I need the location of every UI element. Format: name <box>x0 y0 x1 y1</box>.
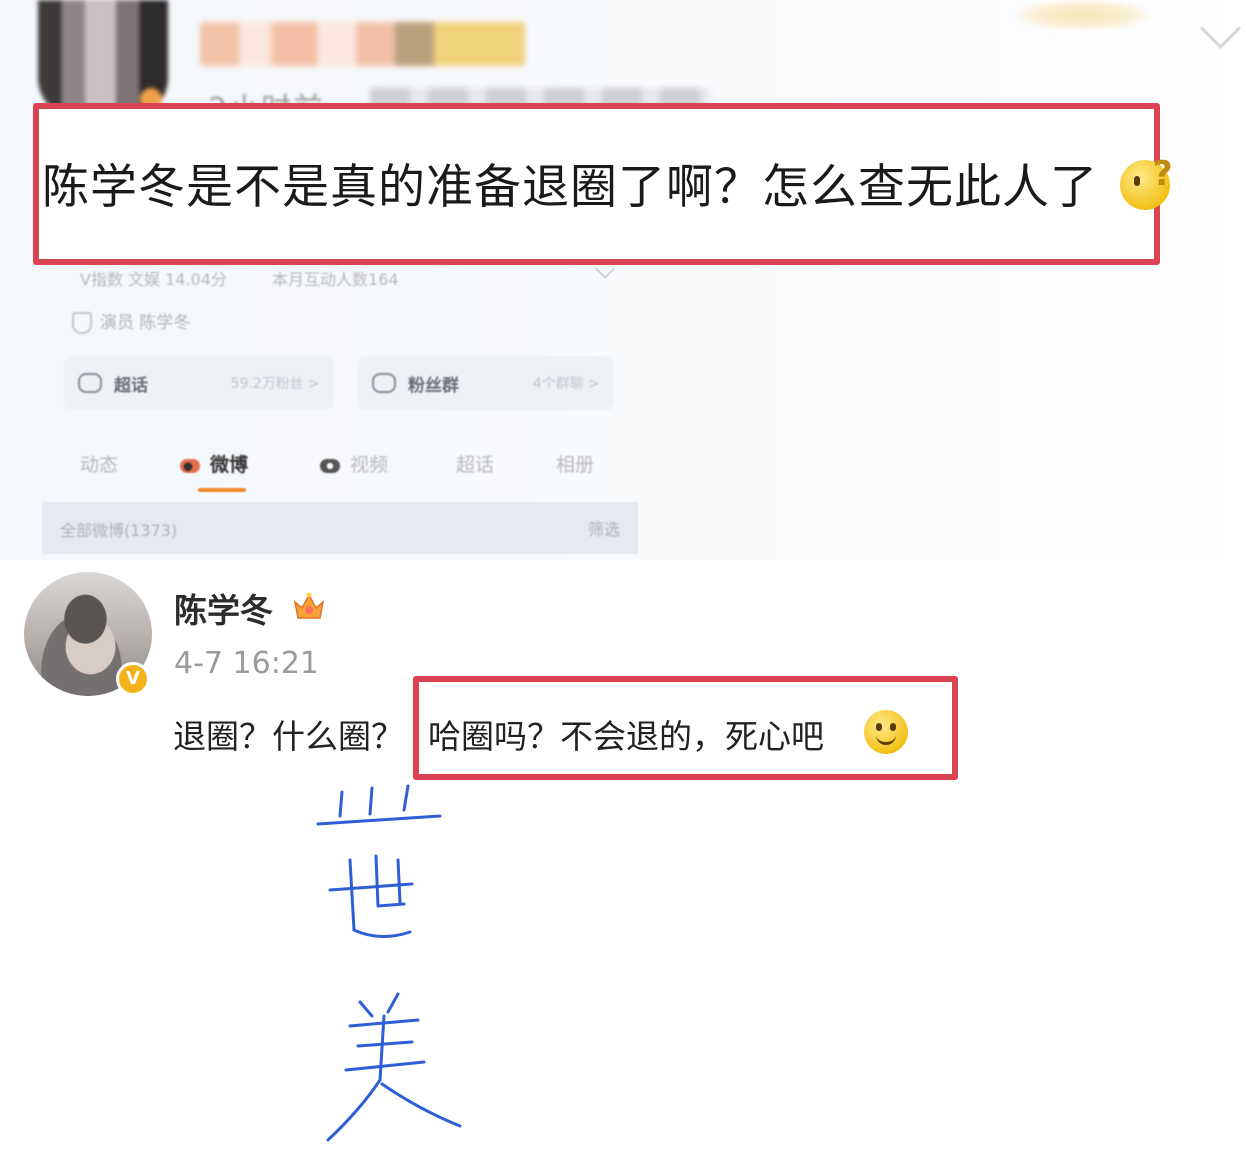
tab-dynamics[interactable]: 动态 <box>80 450 118 477</box>
smile-icon <box>864 710 908 754</box>
blurred-avatar <box>38 0 168 118</box>
supertopic-card[interactable]: 超话 59.2万粉丝 > <box>64 356 334 410</box>
profile-tabs: 动态 微博 视频 超话 相册 <box>80 450 640 486</box>
reply-time: 4-7 16:21 <box>174 646 319 681</box>
eye-icon <box>78 373 102 393</box>
stat-item: 本月互动人数164 <box>272 270 399 289</box>
emoji-eye <box>1134 176 1140 186</box>
card-label: 粉丝群 <box>408 375 459 396</box>
reply-text-part2: 哈圈吗？不会退的，死心吧 <box>428 717 824 756</box>
tab-weibo[interactable]: 微博 <box>180 450 248 477</box>
profile-role: 演员 陈学冬 <box>72 308 190 334</box>
all-weibo-count: 全部微博(1373) <box>60 521 178 540</box>
emoji-eye <box>876 723 882 731</box>
profile-stats: V指数 文娱 14.04分 本月互动人数164 <box>80 266 439 290</box>
active-tab-indicator <box>198 488 246 492</box>
post-question-text: 陈学冬是不是真的准备退圈了啊？怎么查无此人了 <box>42 160 1098 215</box>
weibo-icon <box>180 458 200 473</box>
thinking-face-icon: ? <box>1120 154 1173 210</box>
fan-group-card[interactable]: 粉丝群 4个群聊 > <box>358 356 614 410</box>
chevron-down-icon[interactable] <box>1199 7 1242 50</box>
video-icon <box>320 458 340 473</box>
emoji-mouth <box>876 732 896 745</box>
tab-supertopic[interactable]: 超话 <box>456 450 494 477</box>
shield-icon <box>72 312 92 334</box>
role-label: 演员 陈学冬 <box>100 313 191 333</box>
question-mark-icon: ? <box>1153 154 1173 194</box>
weibo-filter-bar: 全部微博(1373) 筛选 <box>42 502 638 554</box>
people-icon <box>372 373 396 393</box>
card-sub: 4个群聊 > <box>532 376 600 392</box>
card-sub: 59.2万粉丝 > <box>230 376 320 392</box>
original-post-panel: 2小时前 V指数 文娱 14.04分 本月互动人数164 演员 陈学冬 超话 5… <box>0 0 1255 560</box>
emoji-eye <box>890 723 896 731</box>
reply-username[interactable]: 陈学冬 <box>174 584 273 632</box>
tab-album[interactable]: 相册 <box>556 450 594 477</box>
filter-button[interactable]: 筛选 <box>588 516 620 540</box>
verified-badge-icon: V <box>116 662 150 696</box>
reply-text-part1: 退圈？什么圈？ <box>173 717 404 756</box>
stat-item: V指数 文娱 14.04分 <box>80 270 227 289</box>
crown-icon <box>293 592 325 619</box>
blurred-username <box>200 22 525 66</box>
tab-video[interactable]: 视频 <box>320 450 388 477</box>
decoration <box>1018 0 1148 30</box>
handwritten-annotation <box>316 784 462 1142</box>
card-label: 超话 <box>114 375 148 396</box>
